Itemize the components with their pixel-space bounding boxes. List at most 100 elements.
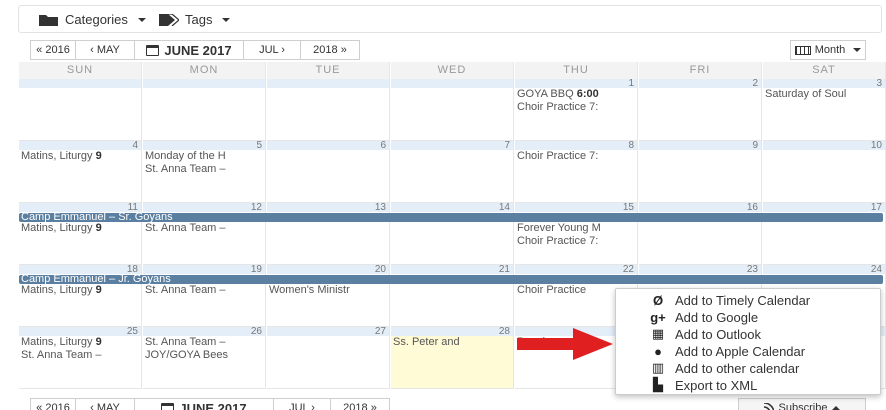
menu-item-label: Add to Apple Calendar: [675, 343, 806, 359]
current-month-label: JUNE 2017: [164, 42, 232, 58]
day-cell[interactable]: [267, 79, 390, 141]
day-cell[interactable]: 8 Choir Practice 7:: [515, 141, 638, 203]
menu-item-apple[interactable]: ● Add to Apple Calendar: [616, 343, 880, 359]
day-number: 2: [639, 79, 761, 89]
calendar-event[interactable]: Matins, Liturgy 9: [19, 222, 141, 235]
event-title: Matins, Liturgy: [21, 336, 93, 348]
day-number: 27: [267, 327, 389, 337]
event-title: Forever Young M: [517, 222, 601, 234]
day-cell[interactable]: 3 Saturday of Soul: [763, 79, 886, 141]
month-grid-icon: [794, 45, 811, 55]
calendar-event[interactable]: St. Anna Team –: [143, 284, 265, 297]
subscribe-label: Subscribe: [778, 402, 828, 410]
next-year-button[interactable]: 2018 »: [330, 398, 390, 410]
menu-item-export-xml[interactable]: ▙ Export to XML: [616, 377, 880, 393]
prev-month-button[interactable]: ‹ MAY: [75, 398, 135, 410]
calendar-event[interactable]: Choir Practice 7:: [515, 235, 637, 248]
calendar-event[interactable]: JOY/GOYA Bees: [143, 349, 265, 362]
day-cell[interactable]: 10: [763, 141, 886, 203]
current-month-button[interactable]: JUNE 2017: [134, 40, 244, 60]
calendar-event[interactable]: Matins, Liturgy 9: [19, 284, 141, 297]
calendar-event[interactable]: Forever Young M: [515, 222, 637, 235]
next-month-button[interactable]: JUL ›: [243, 40, 301, 60]
calendar-event[interactable]: Women's Ministr: [267, 284, 389, 297]
calendar-event[interactable]: GOYA BBQ 6:00: [515, 88, 637, 101]
calendar-event[interactable]: St. Anna Team –: [143, 336, 265, 349]
categories-dropdown[interactable]: Categories: [39, 12, 146, 27]
calendar-event[interactable]: Choir Practice 7:: [515, 150, 637, 163]
menu-item-outlook[interactable]: ▦ Add to Outlook: [616, 326, 880, 342]
chevron-down-icon: [222, 17, 231, 22]
folder-icon: [39, 14, 58, 26]
next-month-button[interactable]: JUL ›: [273, 398, 331, 410]
menu-item-label: Export to XML: [675, 377, 758, 393]
event-title: Monday of the H: [145, 150, 226, 162]
calendar-event[interactable]: Matins, Liturgy 9: [19, 336, 141, 349]
day-number: 5: [143, 141, 265, 151]
day-cell[interactable]: [19, 79, 142, 141]
calendar-event[interactable]: St. Anna Team –: [143, 163, 265, 176]
event-title: Choir Practice: [517, 284, 587, 296]
rss-icon: [763, 403, 774, 410]
day-number: 24: [763, 265, 885, 275]
menu-item-label: Add to Google: [675, 309, 759, 325]
calendar-event[interactable]: Monday of the H: [143, 150, 265, 163]
menu-item-other-calendar[interactable]: ▥ Add to other calendar: [616, 360, 880, 376]
timely-icon: Ø: [652, 292, 664, 308]
day-number: 28: [391, 327, 513, 337]
calendar-event[interactable]: Choir Practice 7:: [515, 101, 637, 114]
filter-bar: Categories Tags: [18, 5, 882, 33]
event-title: GOYA BBQ: [517, 88, 574, 100]
day-number: 15: [515, 203, 637, 213]
day-cell[interactable]: 2: [639, 79, 762, 141]
prev-year-button[interactable]: « 2016: [30, 398, 76, 410]
day-cell[interactable]: 27: [267, 327, 390, 389]
day-cell[interactable]: 7: [391, 141, 514, 203]
day-number: 6: [267, 141, 389, 151]
apple-icon: ●: [654, 343, 662, 359]
day-cell[interactable]: 26 St. Anna Team – JOY/GOYA Bees: [143, 327, 266, 389]
day-cell[interactable]: [143, 79, 266, 141]
day-cell[interactable]: 9: [639, 141, 762, 203]
day-cell[interactable]: 4 Matins, Liturgy 9: [19, 141, 142, 203]
prev-month-button[interactable]: ‹ MAY: [75, 40, 135, 60]
day-cell[interactable]: 1 GOYA BBQ 6:00 Choir Practice 7:: [515, 79, 638, 141]
event-title: St. Anna Team –: [21, 349, 102, 361]
day-cell[interactable]: 28 Ss. Peter and: [391, 327, 514, 389]
day-number: [391, 79, 513, 88]
tags-label: Tags: [185, 12, 213, 27]
red-arrow-annotation: [517, 328, 613, 360]
tags-dropdown[interactable]: Tags: [159, 12, 231, 27]
day-cell[interactable]: 25 Matins, Liturgy 9 St. Anna Team –: [19, 327, 142, 389]
calendar-event[interactable]: Matins, Liturgy 9: [19, 150, 141, 163]
day-number: 16: [639, 203, 761, 213]
prev-year-button[interactable]: « 2016: [30, 40, 76, 60]
current-month-button[interactable]: JUNE 2017: [134, 398, 274, 410]
windows-icon: ▦: [651, 326, 665, 341]
day-number: 23: [639, 265, 761, 275]
day-cell[interactable]: 6: [267, 141, 390, 203]
day-number: 12: [143, 203, 265, 213]
day-number: 13: [267, 203, 389, 213]
day-number: 21: [391, 265, 513, 275]
day-cell[interactable]: [391, 79, 514, 141]
event-title: St. Anna Team –: [145, 336, 226, 348]
event-title: Saturday of Soul: [765, 88, 847, 100]
view-switch-button[interactable]: Month: [790, 40, 866, 60]
next-year-button[interactable]: 2018 »: [300, 40, 360, 60]
multi-day-event-bar[interactable]: Camp Emmanuel – Sr. Goyans: [19, 213, 883, 222]
menu-item-google[interactable]: g+ Add to Google: [616, 309, 880, 325]
calendar-event[interactable]: St. Anna Team –: [143, 222, 265, 235]
event-title: Women's Ministr: [269, 284, 350, 296]
subscribe-button[interactable]: Subscribe: [738, 398, 866, 410]
month-pager-top: « 2016 ‹ MAY JUNE 2017 JUL › 2018 »: [30, 40, 360, 60]
calendar-event[interactable]: Ss. Peter and: [391, 336, 513, 349]
menu-item-timely[interactable]: Ø Add to Timely Calendar: [616, 292, 880, 308]
weekday-header: MON: [143, 62, 266, 79]
calendar-event[interactable]: Saturday of Soul: [763, 88, 885, 101]
multi-day-event-bar[interactable]: Camp Emmanuel – Jr. Goyans: [19, 275, 883, 284]
weekday-header: SUN: [19, 62, 142, 79]
calendar-event[interactable]: St. Anna Team –: [19, 349, 141, 362]
day-cell[interactable]: 5 Monday of the H St. Anna Team –: [143, 141, 266, 203]
view-label: Month: [814, 44, 846, 56]
